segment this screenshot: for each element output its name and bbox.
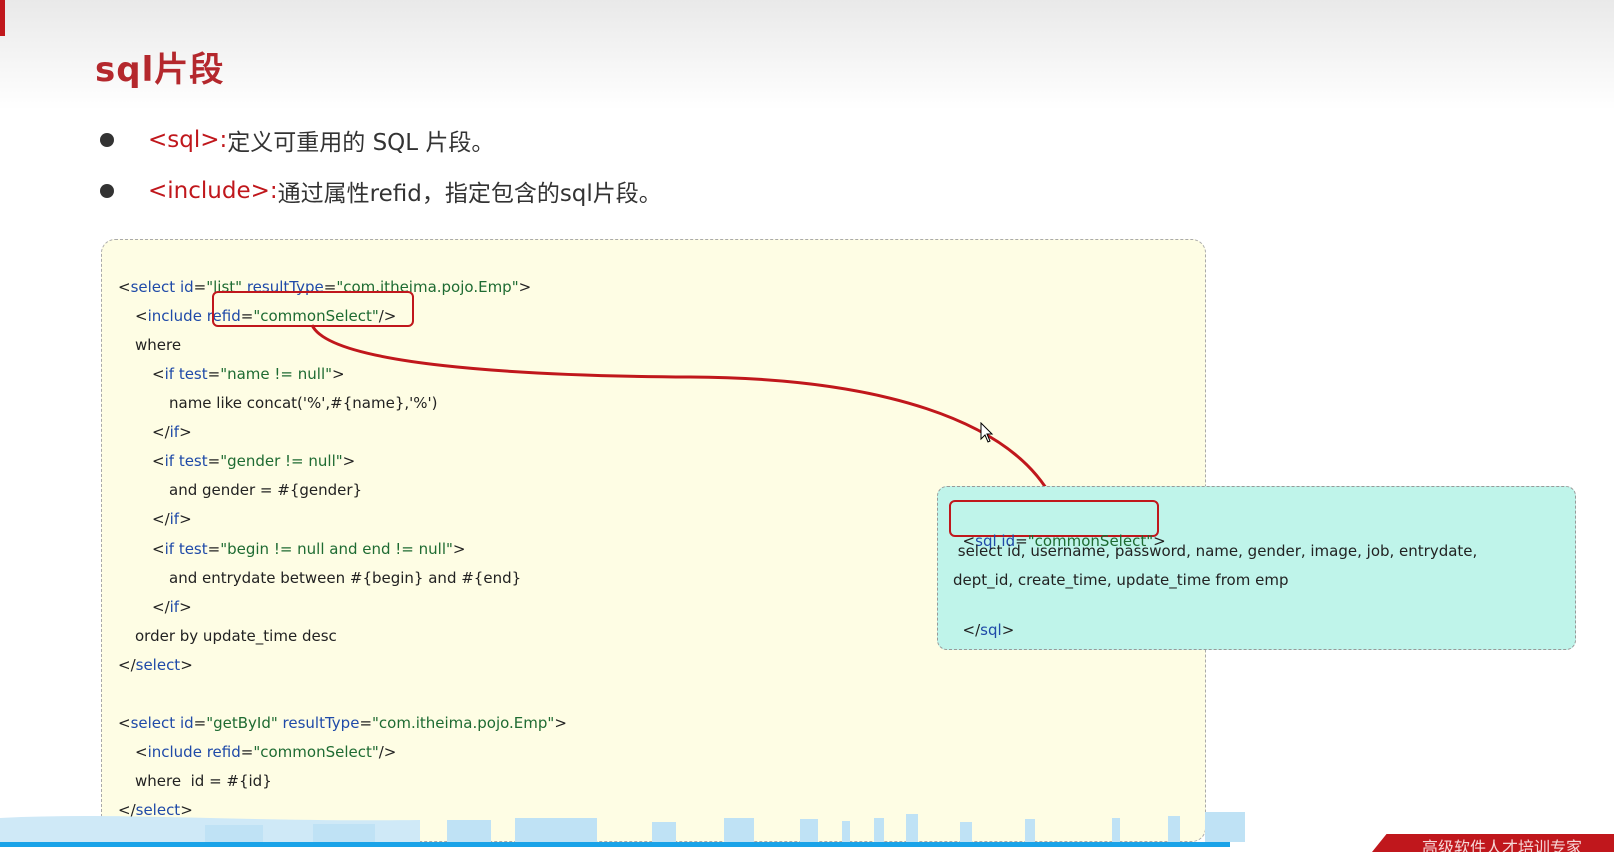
sql-line-close: </sql> [962,621,1015,639]
mouse-cursor-icon [980,422,994,443]
arrow-connector [310,324,1061,501]
decorative-bottom-strip [0,812,1245,842]
bottom-accent-bar [0,842,1230,847]
sql-line-columns: select id, username, password, name, gen… [953,542,1478,560]
sql-line-columns-2: dept_id, create_time, update_time from e… [953,571,1289,589]
brand-footer: 高级软件人才培训专家 [1372,834,1614,852]
